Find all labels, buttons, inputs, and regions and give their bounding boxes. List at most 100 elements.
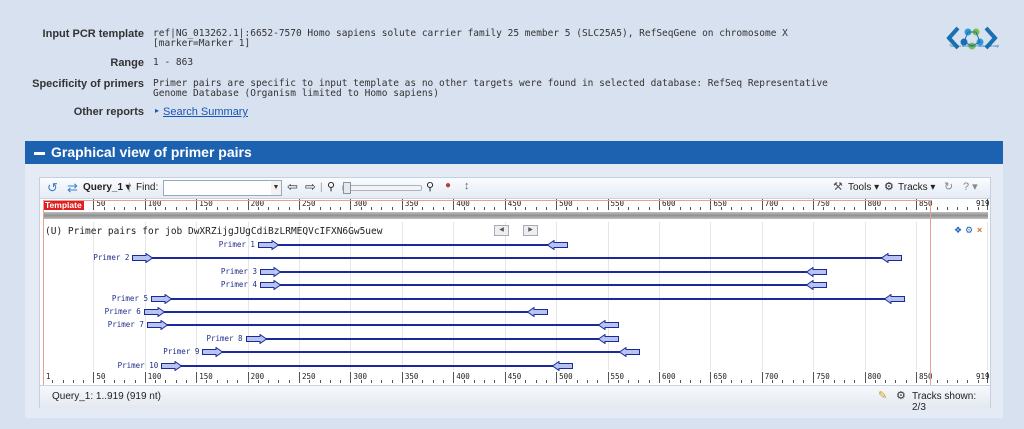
ruler-minor-tick	[134, 380, 136, 383]
ruler-tick-label: 150	[199, 372, 213, 381]
zoom-in-icon[interactable]: ⚲	[426, 180, 434, 193]
primer-label: Primer 10	[117, 360, 159, 370]
pan-right-icon[interactable]: ⇨	[305, 179, 316, 195]
ruler-minor-tick	[371, 207, 373, 210]
ruler-major-tick	[556, 199, 558, 210]
search-summary-link[interactable]: Search Summary	[163, 106, 248, 118]
reverse-primer-arrow[interactable]	[805, 266, 827, 277]
reload-icon[interactable]: ⇄	[67, 180, 78, 196]
ruler-minor-tick	[751, 380, 753, 383]
reverse-primer-arrow[interactable]	[880, 253, 902, 264]
ruler-minor-tick	[885, 380, 887, 383]
primer-amplicon-line[interactable]	[150, 297, 905, 300]
reverse-primer-arrow[interactable]	[805, 280, 827, 291]
ruler-minor-tick	[185, 380, 187, 383]
primer-amplicon-line[interactable]	[143, 311, 548, 313]
collapse-icon[interactable]	[34, 151, 45, 155]
ruler-tick-label: 800	[867, 199, 882, 208]
tracks-shown-gear-icon[interactable]: ⚙	[896, 389, 906, 402]
primer-amplicon-line[interactable]	[259, 270, 827, 273]
forward-primer-arrow[interactable]	[146, 320, 168, 331]
grid-line	[710, 222, 712, 370]
ruler-minor-tick	[237, 380, 239, 383]
query-dropdown[interactable]: Query_1 ▾	[83, 182, 131, 193]
ruler-tick-label: 650	[713, 372, 727, 381]
primer-amplicon-line[interactable]	[259, 284, 827, 287]
track-prev-icon[interactable]: ◀	[494, 225, 509, 236]
reverse-primer-arrow[interactable]	[526, 307, 548, 317]
ruler-tick-label: 750	[816, 372, 830, 381]
ruler-tick-label: 200	[250, 199, 265, 208]
tools-icon[interactable]: ⚒	[833, 180, 843, 193]
template-value: ref|NG_013262.1|:6652-7570 Homo sapiens …	[153, 28, 788, 49]
tools-menu[interactable]: Tools ▾	[848, 182, 879, 193]
forward-primer-arrow[interactable]	[143, 307, 165, 317]
reverse-primer-arrow[interactable]	[547, 240, 569, 250]
ruler-tick-label: 700	[764, 372, 779, 381]
primer-label: Primer 7	[107, 320, 144, 330]
primer-label: Primer 9	[163, 347, 200, 357]
reverse-primer-arrow[interactable]	[597, 320, 619, 331]
ruler-major-tick	[556, 372, 558, 383]
ruler-minor-tick	[422, 380, 424, 383]
forward-primer-arrow[interactable]	[259, 266, 281, 277]
primer-amplicon-line[interactable]	[146, 324, 619, 327]
ruler-tick-label: 50	[96, 372, 106, 381]
zoom-slider-thumb[interactable]	[343, 182, 351, 194]
primer-amplicon-line[interactable]	[132, 257, 902, 260]
tracks-menu[interactable]: Tracks ▾	[898, 182, 935, 193]
pan-left-icon[interactable]: ⇦	[287, 179, 298, 195]
find-dropdown-icon[interactable]: ▼	[271, 180, 282, 196]
forward-primer-arrow[interactable]	[257, 240, 279, 250]
ruler-minor-tick	[185, 207, 187, 210]
track-close-icon[interactable]: ×	[977, 225, 982, 235]
help-icon[interactable]: ? ▾	[963, 180, 978, 193]
ruler-minor-tick	[494, 380, 496, 383]
graphical-view-header[interactable]: Graphical view of primer pairs	[25, 141, 1003, 164]
reverse-primer-arrow[interactable]	[597, 333, 619, 344]
track-next-icon[interactable]: ▶	[523, 225, 538, 236]
ruler-minor-tick	[216, 380, 218, 383]
ruler-tick-label: 50	[96, 199, 106, 208]
ruler-minor-tick	[340, 380, 342, 383]
ruler-minor-tick	[371, 380, 373, 383]
back-icon[interactable]: ↺	[47, 180, 58, 196]
ruler-major-tick	[350, 372, 352, 383]
track-settings-icon[interactable]: ⚙	[965, 225, 973, 236]
primer-amplicon-line[interactable]	[161, 364, 573, 367]
zoom-to-sequence-icon[interactable]: ●	[445, 180, 451, 191]
track-info-icon[interactable]: ❖	[954, 225, 962, 236]
primer-amplicon-line[interactable]	[245, 337, 619, 340]
tracks-gear-icon[interactable]: ⚙	[884, 180, 894, 193]
primer-amplicon-line[interactable]	[202, 351, 641, 354]
ruler-tick-label: 300	[353, 372, 367, 381]
edit-icon[interactable]: ✎	[878, 389, 887, 402]
ruler-minor-tick	[288, 207, 290, 210]
ruler-minor-tick	[268, 380, 270, 383]
reverse-primer-arrow[interactable]	[883, 293, 905, 304]
ruler-major-tick	[504, 199, 506, 210]
zoom-slider[interactable]	[342, 185, 422, 191]
primer-amplicon-line[interactable]	[257, 244, 569, 246]
ruler-minor-tick	[175, 380, 177, 383]
forward-primer-arrow[interactable]	[202, 347, 224, 358]
ruler-tick-label: 650	[713, 199, 727, 208]
forward-primer-arrow[interactable]	[150, 293, 172, 304]
reverse-primer-arrow[interactable]	[551, 360, 573, 371]
ruler-major-tick	[144, 199, 146, 210]
zoom-out-icon[interactable]: ⚲	[327, 180, 335, 193]
find-input[interactable]	[163, 180, 273, 196]
fit-icon[interactable]: ↕	[464, 180, 470, 192]
forward-primer-arrow[interactable]	[161, 360, 183, 371]
primer-label: Primer 2	[93, 253, 130, 263]
forward-primer-arrow[interactable]	[132, 253, 154, 264]
forward-primer-arrow[interactable]	[245, 333, 267, 344]
track-title: (U) Primer pairs for job DwXRZijgJUgCdiB…	[45, 226, 383, 237]
refresh-icon[interactable]: ↻	[944, 180, 953, 193]
reverse-primer-arrow[interactable]	[619, 347, 641, 358]
forward-primer-arrow[interactable]	[259, 280, 281, 291]
ruler-minor-tick	[72, 380, 74, 383]
ruler-minor-tick	[484, 207, 486, 210]
ruler-tick-label: 350	[404, 372, 419, 381]
ruler-minor-tick	[833, 207, 835, 210]
